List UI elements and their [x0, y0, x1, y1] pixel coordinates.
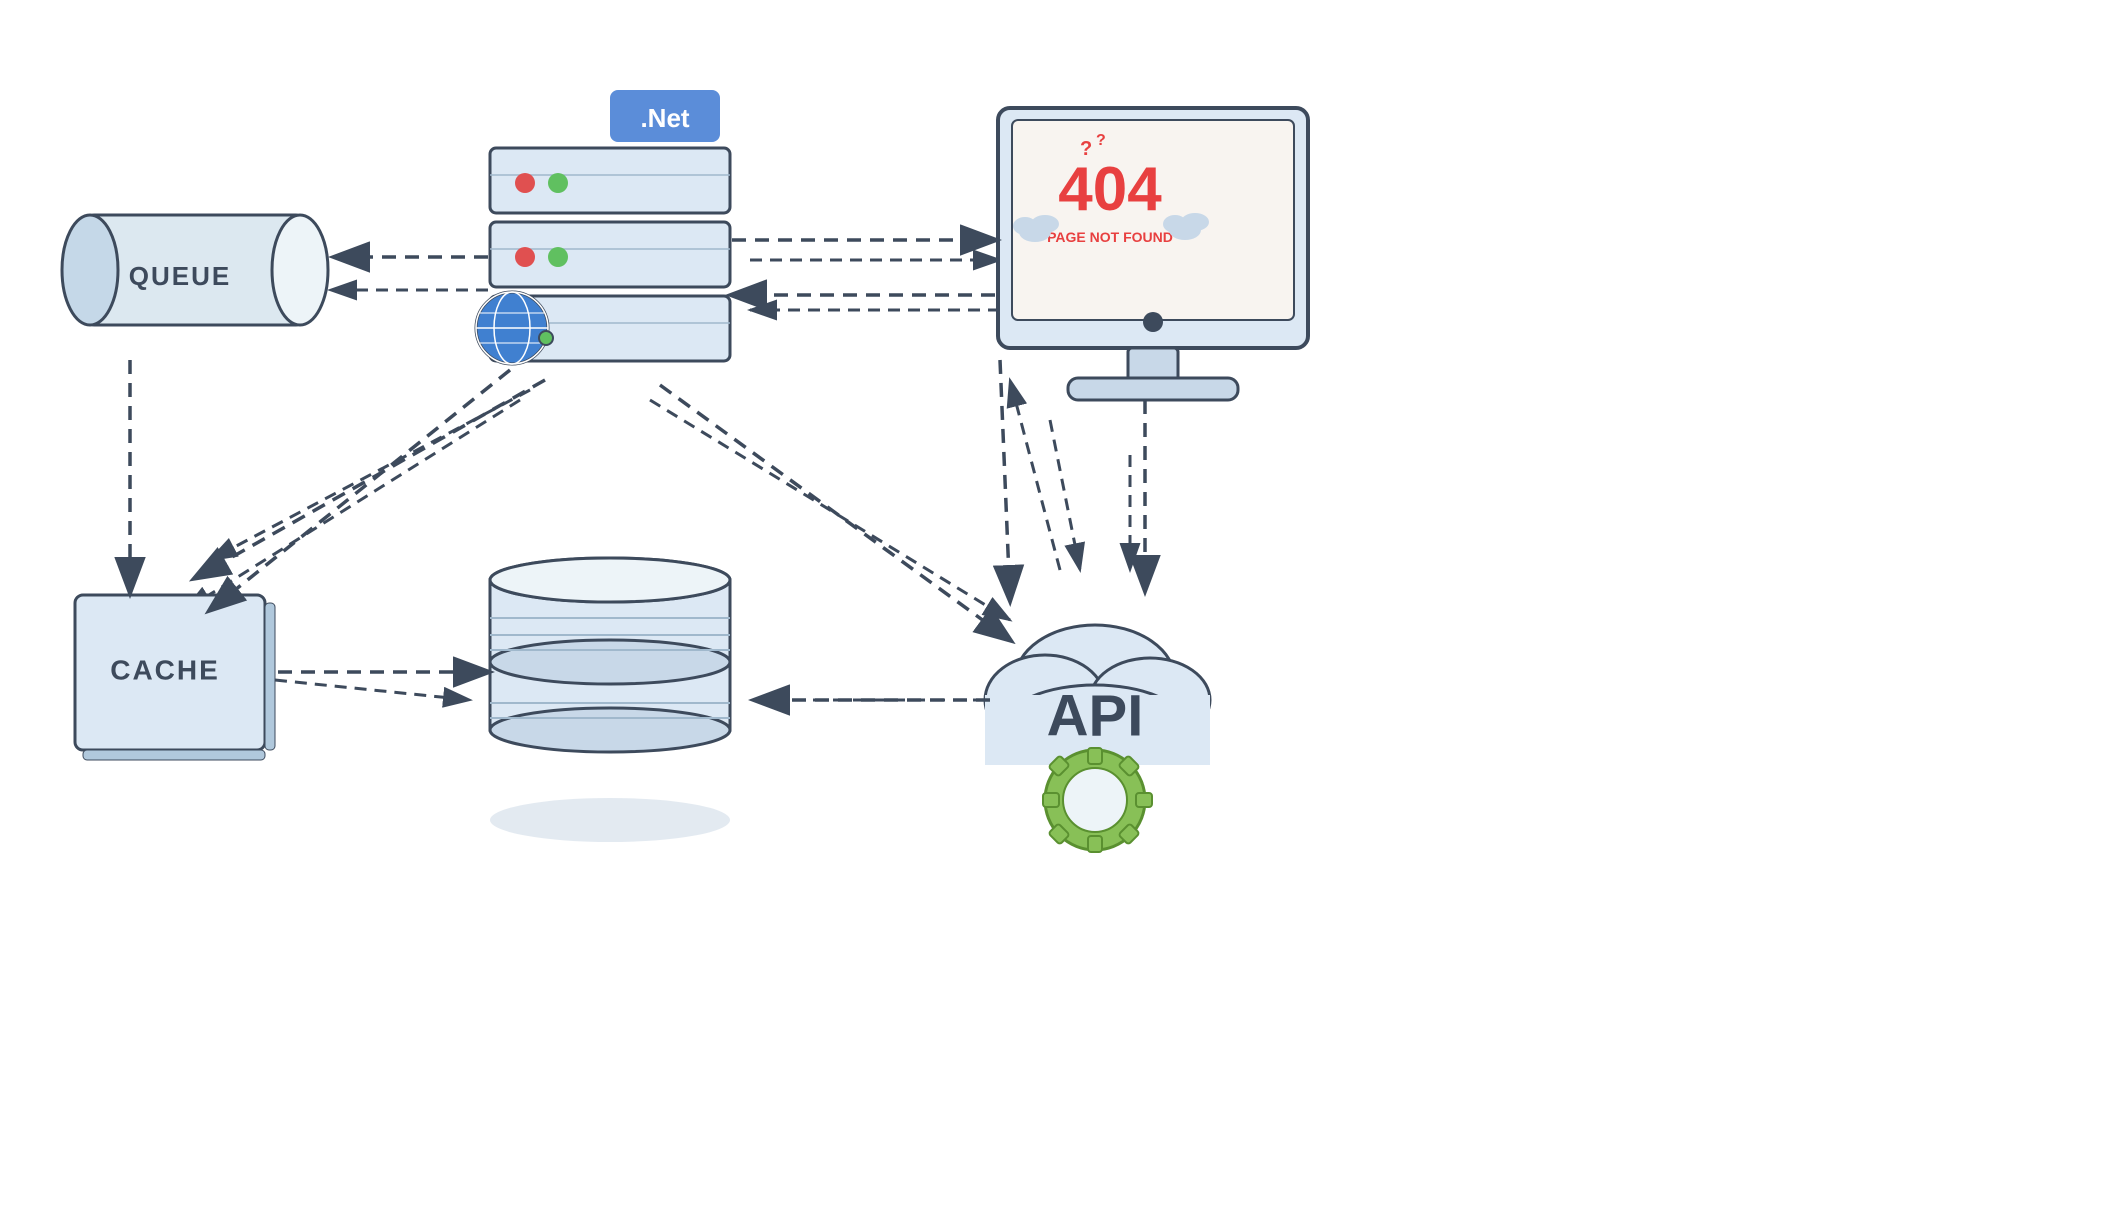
page-not-found-text: PAGE NOT FOUND — [1047, 229, 1173, 245]
database-component — [490, 558, 730, 842]
queue-label: QUEUE — [129, 261, 231, 291]
svg-text:?: ? — [1080, 138, 1092, 160]
dotnet-badge: .Net — [640, 103, 689, 133]
monitor-component: 404 PAGE NOT FOUND ? ? — [998, 108, 1308, 400]
api-component: API — [985, 625, 1210, 852]
cache-component: CACHE — [75, 595, 275, 760]
404-text: 404 — [1058, 155, 1162, 224]
cache-label: CACHE — [110, 654, 220, 685]
api-label: API — [1047, 683, 1144, 748]
diagram-container: QUEUE .Net — [0, 0, 2128, 1207]
queue-component: QUEUE — [62, 215, 328, 325]
svg-text:?: ? — [1096, 132, 1106, 149]
server-component: .Net — [476, 90, 730, 364]
